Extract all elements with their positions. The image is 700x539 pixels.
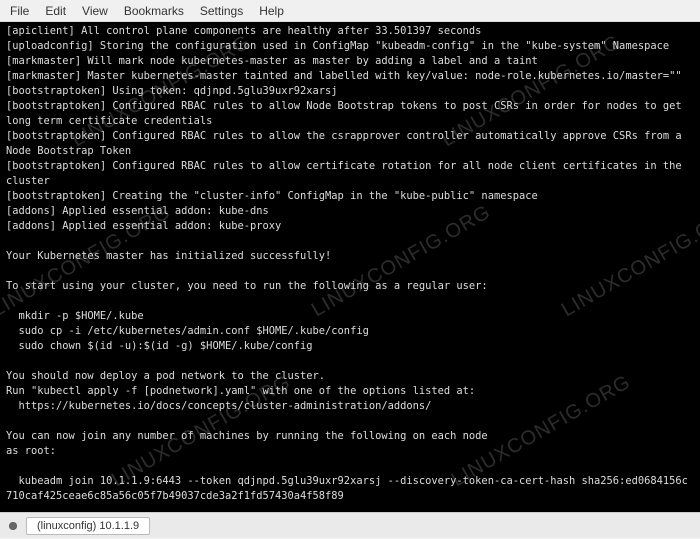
menu-help[interactable]: Help [259, 4, 284, 18]
menu-settings[interactable]: Settings [200, 4, 243, 18]
menu-edit[interactable]: Edit [45, 4, 66, 18]
menu-view[interactable]: View [82, 4, 108, 18]
menubar: File Edit View Bookmarks Settings Help [0, 0, 700, 22]
menu-bookmarks[interactable]: Bookmarks [124, 4, 184, 18]
menu-file[interactable]: File [10, 4, 29, 18]
launcher-icon[interactable] [6, 519, 20, 533]
terminal-output[interactable]: [apiclient] All control plane components… [0, 22, 700, 512]
task-item-terminal[interactable]: (linuxconfig) 10.1.1.9 [26, 517, 150, 535]
taskbar: (linuxconfig) 10.1.1.9 [0, 512, 700, 538]
